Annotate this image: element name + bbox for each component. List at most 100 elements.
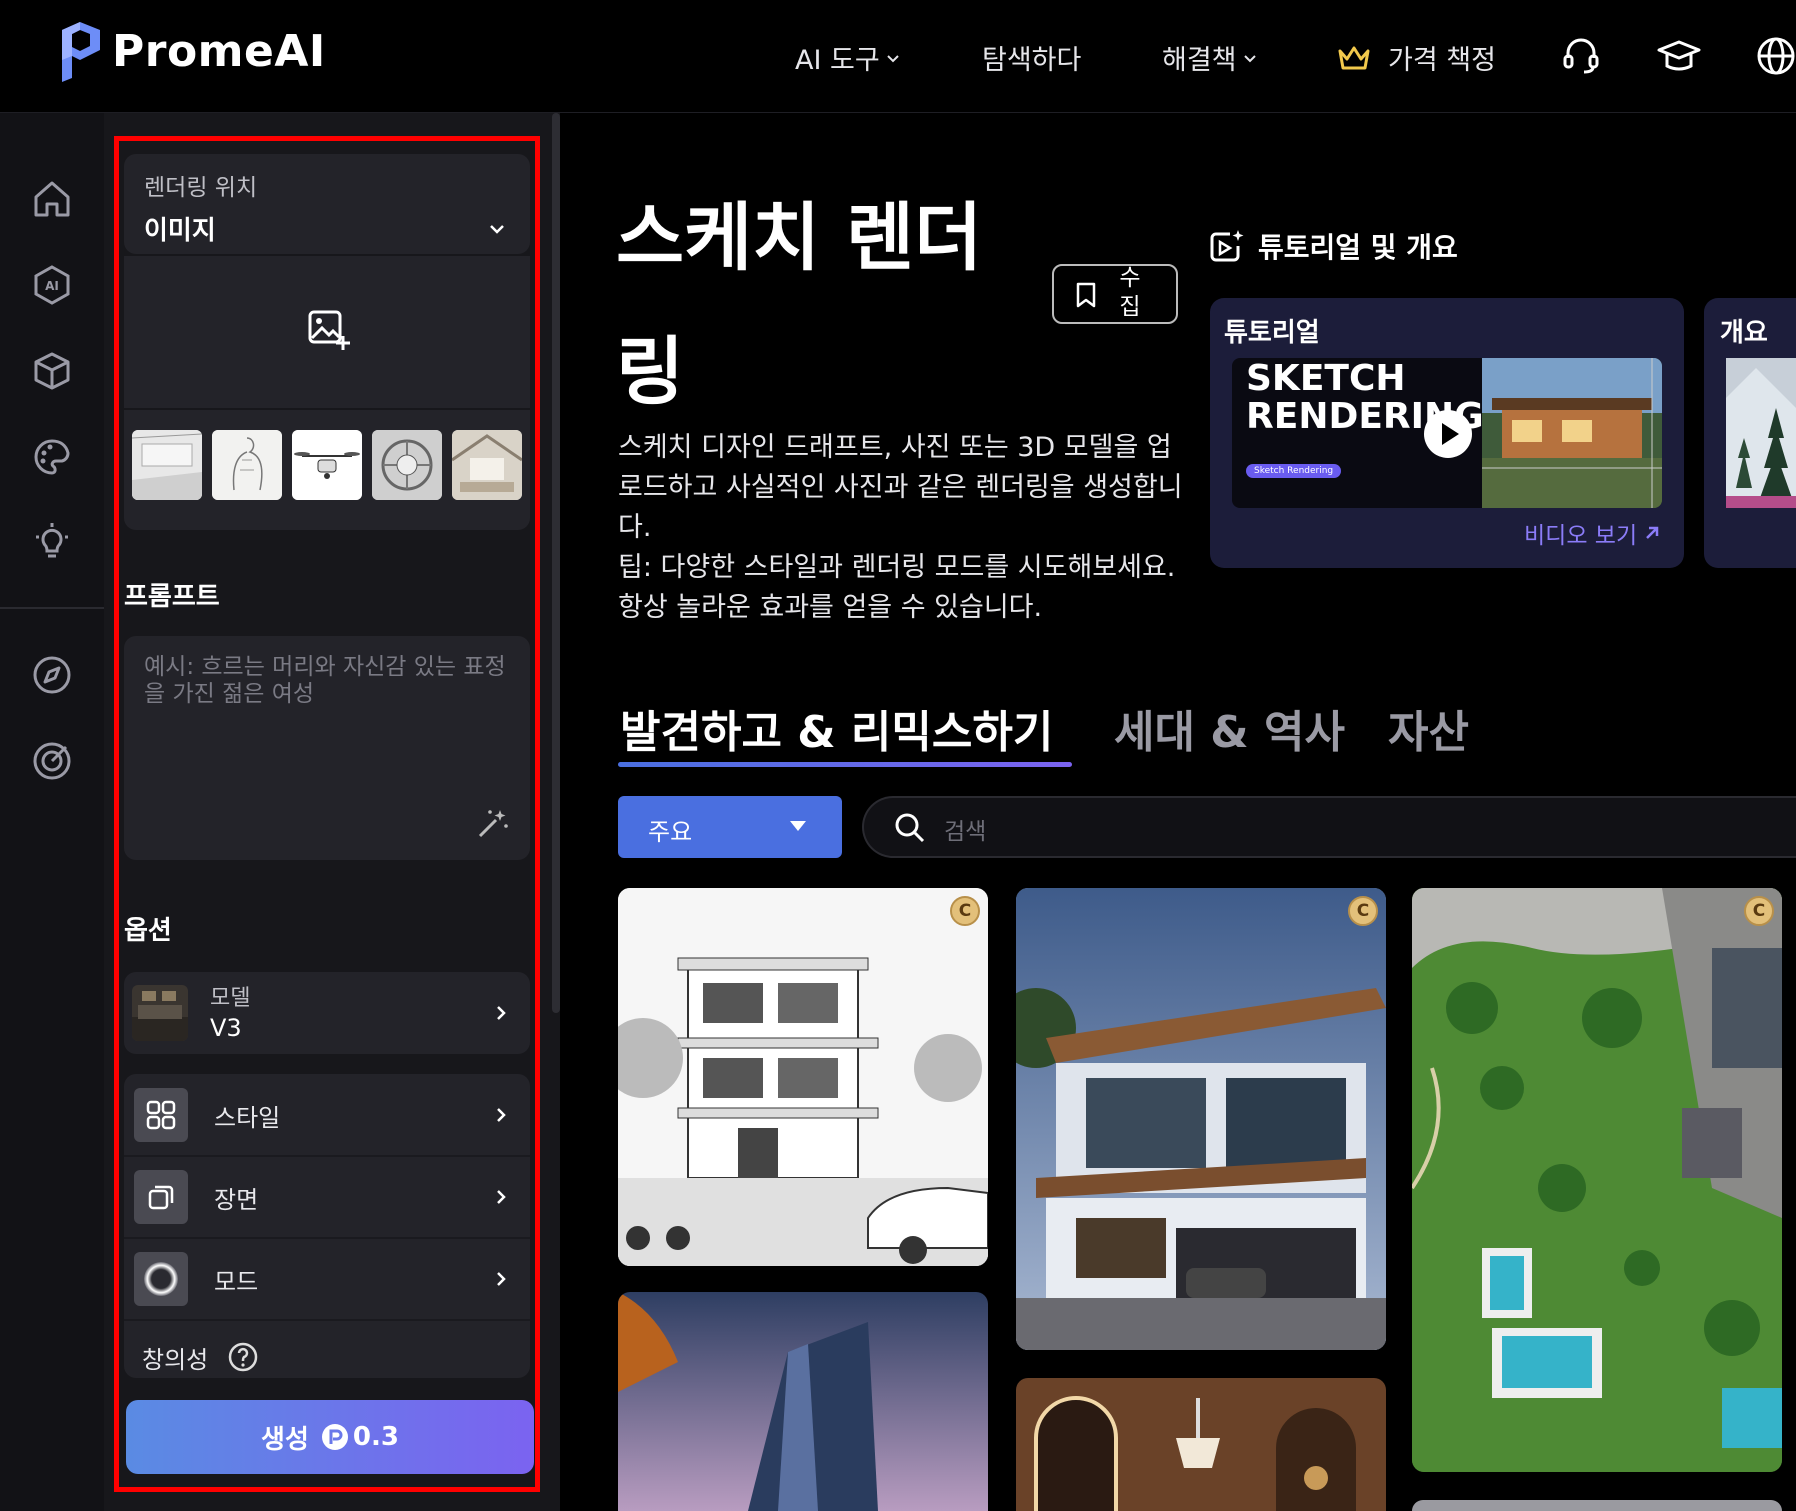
wooden-interior-image — [1016, 1378, 1386, 1511]
render-location-label: 렌더링 위치 — [144, 175, 258, 201]
tab-assets[interactable]: 자산 — [1388, 696, 1469, 760]
tutorial-section-title: 튜토리얼 및 개요 — [1258, 231, 1458, 264]
3d-cube-icon[interactable] — [30, 349, 74, 393]
watch-video-link[interactable]: 비디오 보기 — [1524, 516, 1661, 550]
generate-cost: 0.3 — [352, 1422, 399, 1452]
image-upload-area[interactable] — [124, 256, 530, 408]
panel-scrollbar[interactable] — [552, 113, 560, 1013]
nav-solutions[interactable]: 해결책 — [1162, 38, 1257, 77]
description-text: 스케치 디자인 드래프트, 사진 또는 3D 모델을 업로드하고 사실적인 사진… — [618, 432, 1183, 543]
headset-support-icon[interactable] — [1560, 34, 1602, 76]
render-location-value: 이미지 — [144, 216, 216, 246]
help-question-icon[interactable] — [228, 1342, 258, 1372]
magic-wand-icon[interactable] — [476, 806, 510, 840]
tutorial-video-badge: Sketch Rendering — [1246, 464, 1342, 478]
scene-icon-box — [134, 1170, 188, 1224]
overview-card[interactable]: 개요 — [1704, 298, 1796, 568]
chevron-right-icon — [497, 1006, 506, 1020]
copyright-badge: C — [1744, 896, 1774, 926]
sample-thumb-interior[interactable] — [132, 430, 202, 500]
caret-down-icon — [790, 821, 806, 831]
modern-house-image — [1016, 888, 1386, 1350]
credit-coin-icon — [321, 1424, 348, 1450]
category-filter-select[interactable]: 주요 — [618, 796, 842, 858]
gallery-item-aerial-garden[interactable]: C — [1412, 888, 1782, 1472]
graduation-cap-icon[interactable] — [1657, 38, 1701, 76]
search-input[interactable]: 검색 — [862, 796, 1796, 858]
collect-label: 수집 — [1119, 265, 1141, 320]
top-navigation-bar: PromeAI AI 도구 탐색하다 해결책 가격 책정 — [0, 0, 1796, 113]
tutorial-card[interactable]: 튜토리얼 SKETCH RENDERING Sketch Rendering 비… — [1210, 298, 1684, 568]
palette-brush-icon[interactable] — [30, 435, 74, 479]
play-icon[interactable] — [1422, 408, 1474, 460]
chevron-right-icon — [497, 1190, 506, 1204]
tip-text: 팁: 다양한 스타일과 렌더링 모드를 시도해보세요. 항상 놀라운 효과를 얻… — [618, 552, 1176, 623]
creativity-label: 창의성 — [142, 1346, 209, 1374]
model-value: V3 — [210, 1014, 242, 1042]
sparkle-video-icon — [1210, 230, 1244, 262]
chevron-right-icon — [497, 1108, 506, 1122]
target-icon[interactable] — [30, 739, 74, 783]
collect-button[interactable]: 수집 — [1052, 264, 1178, 324]
rail-divider — [0, 607, 104, 609]
search-icon — [895, 813, 925, 843]
sample-thumb-figure-sketch[interactable] — [212, 430, 282, 500]
copyright-badge: C — [1348, 896, 1378, 926]
lightbulb-icon[interactable] — [30, 521, 74, 565]
sample-thumb-drone[interactable] — [292, 430, 362, 500]
ai-hexagon-icon[interactable]: AI — [30, 263, 74, 307]
add-image-icon — [308, 310, 350, 350]
mode-label: 모드 — [214, 1268, 259, 1296]
gallery-item-partial[interactable] — [1412, 1500, 1782, 1511]
aerial-garden-image — [1412, 888, 1782, 1472]
copyright-badge: C — [950, 896, 980, 926]
model-label: 모델 — [210, 986, 251, 1011]
glass-tower-image — [618, 1292, 988, 1511]
tutorial-video-thumbnail[interactable]: SKETCH RENDERING Sketch Rendering — [1232, 358, 1662, 508]
chevron-right-icon — [497, 1272, 506, 1286]
search-placeholder: 검색 — [944, 819, 987, 845]
scene-option-row[interactable]: 장면 — [124, 1156, 530, 1236]
render-location-select[interactable]: 렌더링 위치 이미지 — [124, 154, 530, 254]
model-selector[interactable]: 모델 V3 — [124, 972, 530, 1054]
mode-option-row[interactable]: 모드 — [124, 1238, 530, 1318]
mode-orb-icon — [144, 1262, 178, 1296]
sketch-house-image — [618, 888, 988, 1266]
model-thumbnail — [132, 985, 188, 1041]
gallery-item-interior[interactable] — [1016, 1378, 1386, 1511]
generate-button[interactable]: 생성 0.3 — [126, 1400, 534, 1474]
nav-explore[interactable]: 탐색하다 — [982, 38, 1081, 77]
page-title-line1: 스케치 렌더 — [616, 195, 983, 281]
style-option-row[interactable]: 스타일 — [124, 1074, 530, 1154]
tab-generation-history[interactable]: 세대 & 역사 — [1114, 696, 1345, 760]
promeai-logo-icon[interactable] — [58, 20, 104, 82]
crown-icon — [1338, 46, 1370, 69]
tab-discover-remix[interactable]: 발견하고 & 리믹스하기 — [620, 696, 1053, 760]
prompt-heading: 프롬프트 — [124, 582, 220, 612]
nav-pricing-label: 가격 책정 — [1388, 45, 1496, 76]
gallery-item-tower[interactable] — [618, 1292, 988, 1511]
overview-thumbnail — [1726, 358, 1796, 508]
mode-icon-box — [134, 1252, 188, 1306]
globe-language-icon[interactable] — [1756, 36, 1796, 76]
watch-video-label: 비디오 보기 — [1524, 523, 1638, 549]
nav-pricing[interactable]: 가격 책정 — [1336, 38, 1496, 77]
home-icon[interactable] — [30, 177, 74, 221]
gallery-item-modern-house[interactable]: C — [1016, 888, 1386, 1350]
prompt-textarea[interactable]: 예시: 흐르는 머리와 자신감 있는 표정을 가진 젊은 여성 — [124, 636, 530, 860]
nav-solutions-label: 해결책 — [1162, 45, 1237, 76]
svg-text:AI: AI — [45, 279, 59, 293]
nav-ai-tools[interactable]: AI 도구 — [795, 38, 900, 77]
chevron-down-icon — [886, 54, 899, 62]
sample-thumb-ornament[interactable] — [372, 430, 442, 500]
nav-ai-tools-label: AI 도구 — [795, 45, 880, 76]
page-description: 스케치 디자인 드래프트, 사진 또는 3D 모델을 업로드하고 사실적인 사진… — [618, 428, 1184, 628]
layers-square-icon — [148, 1185, 174, 1210]
compass-explore-icon[interactable] — [30, 653, 74, 697]
generate-label: 생성 — [261, 1424, 309, 1455]
brand-name[interactable]: PromeAI — [112, 26, 326, 77]
gallery-item-sketch-house[interactable]: C — [618, 888, 988, 1266]
overview-card-label: 개요 — [1720, 318, 1768, 348]
filter-value: 주요 — [648, 818, 693, 846]
sample-thumb-attic-room[interactable] — [452, 430, 522, 500]
